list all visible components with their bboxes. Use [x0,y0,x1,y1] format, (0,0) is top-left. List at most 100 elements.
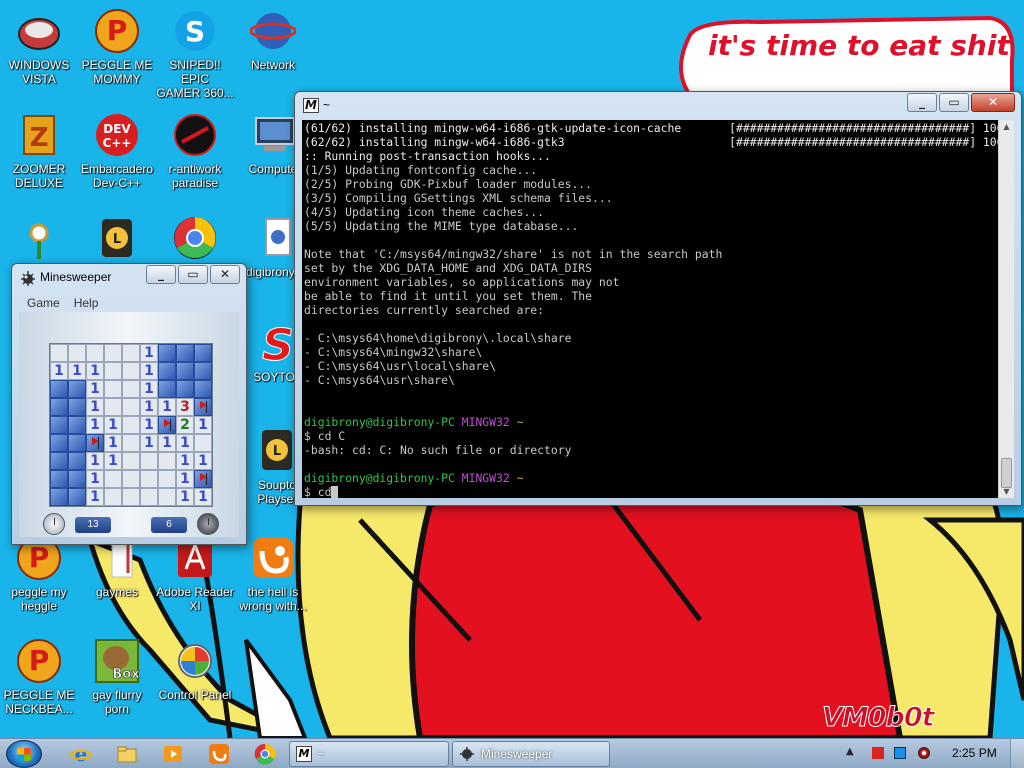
mine-cell[interactable] [158,344,176,362]
mine-cell[interactable] [68,470,86,488]
mine-cell[interactable]: 1 [140,344,158,362]
mine-cell[interactable]: 1 [158,398,176,416]
mine-cell[interactable] [176,362,194,380]
desktop-icon-sniped[interactable]: S SNIPED!! EPIC GAMER 360... [154,8,236,100]
minimize-button[interactable]: _ [907,93,937,112]
mine-cell[interactable]: 1 [86,488,104,506]
mine-cell[interactable]: 1 [50,362,68,380]
mine-cell[interactable] [122,398,140,416]
mine-cell[interactable] [68,344,86,362]
mine-cell[interactable]: 2 [176,416,194,434]
mine-cell[interactable] [50,488,68,506]
scrollbar-thumb[interactable] [1001,458,1012,488]
mine-cell[interactable]: 1 [194,416,212,434]
mine-cell[interactable] [68,380,86,398]
close-button[interactable]: ✕ [971,93,1015,112]
terminal-window[interactable]: M ~ _ ▭ ✕ (61/62) installing mingw-w64-i… [294,91,1022,506]
mine-cell[interactable] [194,344,212,362]
mine-cell[interactable] [158,380,176,398]
mine-cell[interactable]: 1 [104,452,122,470]
maximize-button[interactable]: ▭ [939,93,969,112]
mine-cell[interactable]: 1 [86,380,104,398]
mine-cell[interactable]: 3 [176,398,194,416]
chrome-icon[interactable] [254,743,276,765]
uc-browser-icon[interactable] [208,743,230,765]
terminal-scrollbar[interactable]: ▲ ▼ [998,120,1014,498]
mine-cell[interactable] [104,344,122,362]
desktop-icon-windows-vista[interactable]: WINDOWS VISTA [0,8,80,86]
scroll-down-icon[interactable]: ▼ [999,487,1014,496]
minimize-button[interactable]: _ [146,265,176,284]
desktop-icon-control-panel[interactable]: Control Panel [154,638,236,702]
mine-cell[interactable] [194,398,212,416]
mine-cell[interactable]: 1 [86,470,104,488]
mine-cell[interactable] [122,434,140,452]
mine-cell[interactable] [122,470,140,488]
mine-cell[interactable] [50,470,68,488]
mine-cell[interactable] [50,380,68,398]
mine-cell[interactable] [104,470,122,488]
mine-cell[interactable]: 1 [194,452,212,470]
mine-cell[interactable]: 1 [140,434,158,452]
mine-cell[interactable] [158,470,176,488]
desktop-icon-clock[interactable]: L [76,215,158,265]
desktop-icon-chrome[interactable] [154,215,236,265]
mine-cell[interactable] [104,488,122,506]
mine-cell[interactable] [158,452,176,470]
desktop-icon-adobe-reader[interactable]: Adobe Reader XI [154,535,236,613]
media-player-icon[interactable] [162,743,184,765]
mine-cell[interactable] [122,380,140,398]
menu-game[interactable]: Game [27,296,60,310]
mine-cell[interactable] [50,398,68,416]
mine-cell[interactable] [158,416,176,434]
mine-cell[interactable]: 1 [68,362,86,380]
ie-icon[interactable]: e [70,742,92,766]
desktop-icon-dev-cpp[interactable]: DEV C++ Embarcadero Dev-C++ [76,112,158,190]
desktop-icon-antiwork[interactable]: r-antiwork paradise [154,112,236,190]
mine-cell[interactable] [140,488,158,506]
maximize-button[interactable]: ▭ [178,265,208,284]
mine-cell[interactable] [104,398,122,416]
tray-speaker-icon[interactable] [918,747,930,759]
taskbar-button-terminal[interactable]: M ~ [289,741,449,767]
mine-cell[interactable]: 1 [140,416,158,434]
mine-cell[interactable] [68,488,86,506]
mine-cell[interactable] [50,434,68,452]
terminal-title-bar[interactable]: M ~ _ ▭ ✕ [295,92,1021,120]
mine-cell[interactable]: 1 [176,470,194,488]
desktop-icon-peggle-neckbeard[interactable]: P PEGGLE ME NECKBEA... [0,638,80,716]
mine-cell[interactable] [50,452,68,470]
desktop-icon-zoomer-deluxe[interactable]: Z ZOOMER DELUXE [0,112,80,190]
desktop-icon-plant[interactable] [0,215,80,265]
mine-cell[interactable]: 1 [176,434,194,452]
show-desktop-button[interactable] [1010,739,1024,768]
close-button[interactable]: ✕ [210,265,240,284]
mine-cell[interactable] [122,488,140,506]
mine-cell[interactable]: 1 [140,380,158,398]
mine-cell[interactable] [50,416,68,434]
mine-cell[interactable]: 1 [176,452,194,470]
tray-flag-icon[interactable] [872,747,884,759]
menu-help[interactable]: Help [74,296,99,310]
mine-cell[interactable] [86,344,104,362]
taskbar-button-minesweeper[interactable]: Minesweeper [452,741,610,767]
mine-cell[interactable] [68,434,86,452]
mine-cell[interactable]: 1 [194,488,212,506]
mine-cell[interactable] [176,380,194,398]
mine-cell[interactable] [194,470,212,488]
tray-network-icon[interactable] [894,747,906,759]
explorer-icon[interactable] [116,743,138,765]
mine-cell[interactable] [194,434,212,452]
mine-cell[interactable] [122,416,140,434]
mine-cell[interactable] [176,344,194,362]
mine-cell[interactable]: 1 [86,398,104,416]
mine-cell[interactable]: 1 [86,452,104,470]
mine-cell[interactable]: 1 [140,398,158,416]
mine-cell[interactable]: 1 [104,416,122,434]
desktop-icon-network[interactable]: Network [232,8,314,72]
start-button[interactable] [6,740,42,768]
mine-cell[interactable] [50,344,68,362]
desktop-icon-box[interactable]: Box gay flurry porn [76,638,158,716]
mine-cell[interactable] [140,470,158,488]
mine-cell[interactable] [86,434,104,452]
